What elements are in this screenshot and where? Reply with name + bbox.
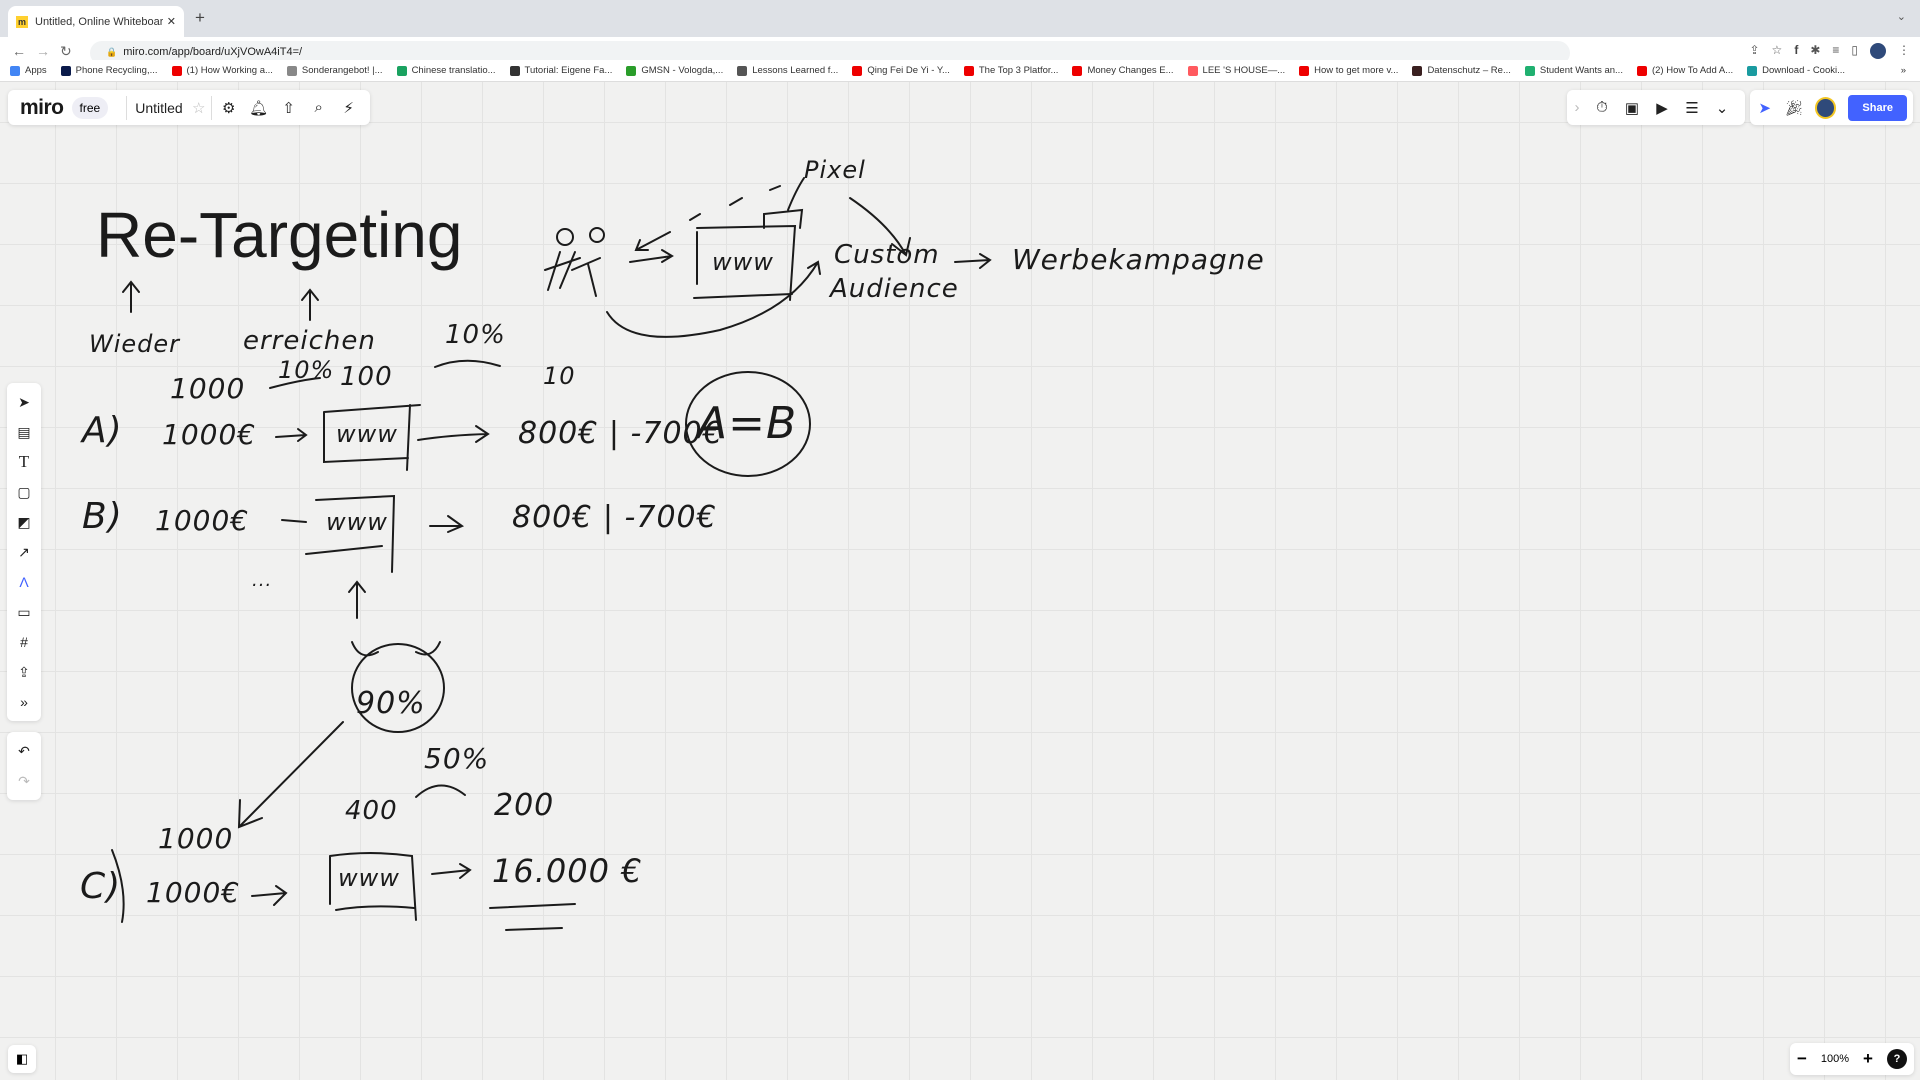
up-arrow — [301, 288, 319, 321]
down-left-arrow — [237, 721, 344, 829]
tilde-stroke — [434, 359, 501, 368]
note-10[interactable]: 10 — [543, 362, 576, 390]
equality-note[interactable]: A=B — [697, 398, 797, 449]
arrow — [431, 863, 472, 879]
dashed-line — [689, 185, 781, 221]
campaign-note[interactable]: Werbekampagne — [1012, 243, 1265, 276]
note-10-percent-a[interactable]: 10% — [278, 356, 334, 384]
up-arrow — [122, 280, 140, 313]
arrow — [429, 515, 465, 533]
note-200[interactable]: 200 — [494, 788, 554, 823]
up-arrow — [348, 580, 366, 619]
custom-audience-note[interactable]: Custom — [834, 240, 940, 270]
pixel-tab — [763, 177, 805, 229]
arrow — [954, 253, 992, 269]
www-label[interactable]: www — [336, 420, 398, 448]
handwritten-strokes — [111, 177, 992, 931]
person-head — [589, 227, 605, 243]
underline-stroke — [489, 903, 576, 931]
note-wieder[interactable]: Wieder — [89, 330, 180, 358]
note-90-percent[interactable]: 90% — [356, 686, 426, 721]
note-1000[interactable]: 1000 — [170, 372, 245, 405]
row-a-label[interactable]: A) — [82, 410, 123, 451]
www-label[interactable]: www — [712, 248, 774, 276]
row-a-budget[interactable]: 1000€ — [162, 418, 256, 451]
arrow — [634, 231, 671, 251]
arc-stroke — [415, 784, 466, 798]
note-50-percent[interactable]: 50% — [424, 742, 489, 775]
person-head — [556, 228, 574, 246]
row-b-label[interactable]: B) — [82, 496, 123, 537]
row-c-result[interactable]: 16.000 € — [492, 852, 643, 890]
note-10-percent[interactable]: 10% — [445, 320, 506, 350]
note-400[interactable]: 400 — [345, 796, 398, 826]
row-c-label[interactable]: C) — [80, 866, 121, 907]
arrow — [629, 249, 674, 263]
arrow — [417, 425, 490, 443]
custom-audience-note[interactable]: Audience — [830, 274, 959, 304]
dots-note[interactable]: ... — [252, 570, 272, 591]
pixel-note[interactable]: Pixel — [804, 156, 866, 184]
row-a-result[interactable]: 800€ | -700€ — [518, 416, 723, 451]
arrow — [251, 885, 288, 906]
person-figure — [544, 251, 601, 297]
note-100[interactable]: 100 — [340, 362, 393, 392]
www-label[interactable]: www — [326, 508, 388, 536]
note-erreichen[interactable]: erreichen — [243, 326, 376, 356]
row-b-budget[interactable]: 1000€ — [155, 504, 249, 537]
arrow — [275, 428, 308, 442]
note-1000-c[interactable]: 1000 — [158, 822, 233, 855]
www-label[interactable]: www — [338, 864, 400, 892]
row-b-result[interactable]: 800€ | -700€ — [512, 500, 717, 535]
row-c-budget[interactable]: 1000€ — [146, 876, 240, 909]
